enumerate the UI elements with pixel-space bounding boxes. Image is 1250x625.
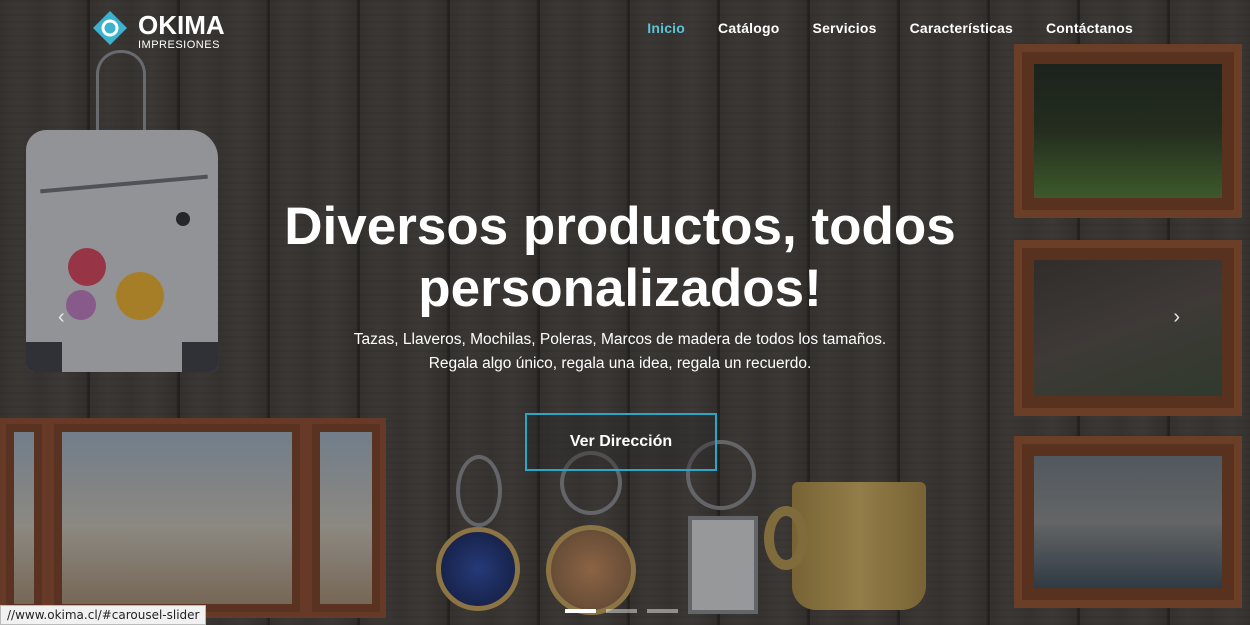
diamond-logo-icon <box>93 11 127 45</box>
browser-status-url: //www.okima.cl/#carousel-slider <box>0 605 207 625</box>
frame-portrait-image <box>1014 240 1242 416</box>
carousel-indicator-2[interactable] <box>606 609 637 613</box>
ver-direccion-button[interactable]: Ver Dirección <box>525 413 717 471</box>
chevron-left-icon[interactable]: ‹ <box>58 306 65 329</box>
hero-title-line1: Diversos productos, todos <box>284 197 956 256</box>
carousel-indicator-1[interactable] <box>565 609 596 613</box>
nav-caracteristicas[interactable]: Características <box>910 20 1013 36</box>
mug-feliz-navidad-image <box>764 482 926 610</box>
carousel-indicators <box>565 609 678 613</box>
nav-servicios[interactable]: Servicios <box>813 20 877 36</box>
okima-logo[interactable]: OKIMA IMPRESIONES <box>86 4 225 54</box>
hero-title: Diversos productos, todos personalizados… <box>250 196 990 320</box>
frame-bird-image <box>1014 44 1242 218</box>
nav-catalogo[interactable]: Catálogo <box>718 20 780 36</box>
main-nav: Inicio Catálogo Servicios Característica… <box>647 20 1133 36</box>
hero-subtitle-line1: Tazas, Llaveros, Mochilas, Poleras, Marc… <box>353 331 887 348</box>
hero-title-line2: personalizados! <box>418 259 822 318</box>
chevron-right-icon[interactable]: › <box>1173 306 1180 329</box>
nav-inicio[interactable]: Inicio <box>647 20 685 36</box>
drawstring-bag-image <box>26 130 218 372</box>
carousel-indicator-3[interactable] <box>647 609 678 613</box>
bag-straps <box>96 50 146 140</box>
hero-subtitle-line2: Regala algo único, regala una idea, rega… <box>428 355 812 372</box>
hero-subtitle: Tazas, Llaveros, Mochilas, Poleras, Marc… <box>320 328 920 376</box>
brand-name: OKIMA <box>138 10 225 40</box>
triptych-frame-image <box>0 418 386 618</box>
nav-contactanos[interactable]: Contáctanos <box>1046 20 1133 36</box>
frame-harbor-image <box>1014 436 1242 608</box>
brand-subtitle: IMPRESIONES <box>138 39 220 51</box>
